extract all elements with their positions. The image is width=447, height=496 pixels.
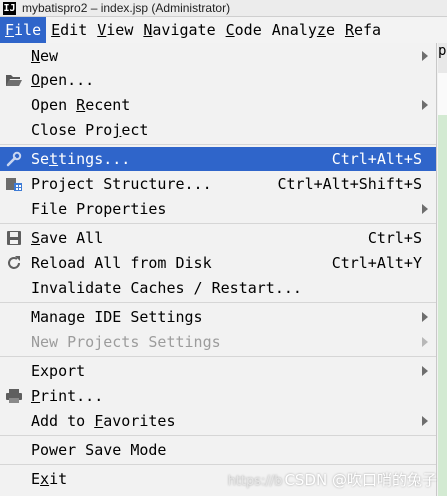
- menu-separator: [0, 223, 436, 224]
- window-title-bar: IJ mybatispro2 – index.jsp (Administrato…: [0, 0, 447, 17]
- intellij-app-icon: IJ: [3, 1, 16, 15]
- menu-item-label: Open...: [31, 71, 95, 89]
- menu-item-save-all[interactable]: Save All Ctrl+S: [0, 226, 436, 250]
- menu-item-label: Open Recent: [31, 96, 131, 114]
- menu-item-shortcut: Ctrl+S: [367, 229, 422, 247]
- menu-item-open-recent[interactable]: Open Recent: [0, 93, 436, 117]
- menu-file[interactable]: File: [0, 17, 47, 43]
- menu-item-label: Print...: [31, 387, 104, 405]
- menu-item-label: Close Project: [31, 121, 149, 139]
- menu-item-label: Reload All from Disk: [31, 254, 212, 272]
- menu-label-part: ode: [234, 21, 262, 39]
- watermark-url: https://b: [227, 474, 283, 489]
- menu-mnemonic: z: [316, 21, 326, 39]
- menu-mnemonic: F: [5, 21, 15, 39]
- menu-item-add-to-favorites[interactable]: Add to Favorites: [0, 409, 436, 433]
- project-structure-icon: [5, 175, 23, 193]
- menu-navigate[interactable]: Navigate: [138, 17, 220, 43]
- menu-item-label: New: [31, 47, 59, 65]
- menu-view[interactable]: View: [92, 17, 138, 43]
- menu-mnemonic: V: [97, 21, 107, 39]
- menu-item-close-project[interactable]: Close Project: [0, 118, 436, 142]
- menu-label-part: ile: [14, 21, 42, 39]
- menu-item-power-save-mode[interactable]: Power Save Mode: [0, 438, 436, 462]
- folder-open-icon: [5, 71, 23, 89]
- csdn-watermark: https://b CSDN @吹口哨的兔子: [228, 469, 437, 490]
- menu-label-part: Analy: [271, 21, 317, 39]
- submenu-arrow-icon: [422, 312, 428, 322]
- menu-label-part: dit: [60, 21, 88, 39]
- menu-item-label: Save All: [31, 229, 104, 247]
- menu-item-label: New Projects Settings: [31, 333, 221, 351]
- menu-separator: [0, 144, 436, 145]
- menu-mnemonic: E: [51, 21, 61, 39]
- menu-item-label: Invalidate Caches / Restart...: [31, 279, 302, 297]
- menu-code[interactable]: Code: [221, 17, 267, 43]
- menu-item-print[interactable]: Print...: [0, 384, 436, 408]
- menu-item-invalidate-caches[interactable]: Invalidate Caches / Restart...: [0, 276, 436, 300]
- editor-background: p: [438, 43, 447, 496]
- menu-edit[interactable]: Edit: [46, 17, 92, 43]
- submenu-arrow-icon: [422, 51, 428, 61]
- menu-item-open[interactable]: Open...: [0, 68, 436, 92]
- menu-item-shortcut: Ctrl+Alt+Y: [331, 254, 422, 272]
- watermark-text: CSDN @吹口哨的兔子: [284, 471, 437, 489]
- menu-mnemonic: R: [344, 21, 354, 39]
- wrench-icon: [5, 150, 23, 168]
- editor-tab-label: p: [438, 43, 447, 59]
- submenu-arrow-icon: [422, 337, 428, 347]
- menu-item-reload-all[interactable]: Reload All from Disk Ctrl+Alt+Y: [0, 251, 436, 275]
- menu-label-part: iew: [106, 21, 134, 39]
- menu-separator: [0, 464, 436, 465]
- menu-item-label: Settings...: [31, 150, 131, 168]
- main-menu-bar: File Edit View Navigate Code Analyze Ref…: [0, 17, 447, 43]
- menu-item-file-properties[interactable]: File Properties: [0, 197, 436, 221]
- submenu-arrow-icon: [422, 366, 428, 376]
- menu-item-project-structure[interactable]: Project Structure... Ctrl+Alt+Shift+S: [0, 172, 436, 196]
- submenu-arrow-icon: [422, 416, 428, 426]
- window-title: mybatispro2 – index.jsp (Administrator): [22, 1, 231, 15]
- reload-icon: [5, 254, 23, 272]
- menu-mnemonic: C: [225, 21, 235, 39]
- file-menu-dropdown: New Open... Open Recent Close Project Se…: [0, 43, 437, 496]
- menu-item-label: File Properties: [31, 200, 167, 218]
- menu-item-label: Project Structure...: [31, 175, 212, 193]
- menu-item-shortcut: Ctrl+Alt+S: [331, 150, 422, 168]
- menu-item-label: Add to Favorites: [31, 412, 176, 430]
- save-disk-icon: [5, 229, 23, 247]
- menu-analyze[interactable]: Analyze: [267, 17, 340, 43]
- submenu-arrow-icon: [422, 204, 428, 214]
- menu-separator: [0, 302, 436, 303]
- menu-item-settings[interactable]: Settings... Ctrl+Alt+S: [0, 147, 436, 171]
- menu-item-label: Exit: [31, 470, 68, 488]
- menu-item-label: Power Save Mode: [31, 441, 167, 459]
- menu-label-part: e: [325, 21, 335, 39]
- menu-label-part: efa: [354, 21, 382, 39]
- menu-item-label: Manage IDE Settings: [31, 308, 203, 326]
- menu-item-label: Export: [31, 362, 86, 380]
- submenu-arrow-icon: [422, 100, 428, 110]
- printer-icon: [5, 387, 23, 405]
- menu-item-export[interactable]: Export: [0, 359, 436, 383]
- menu-item-manage-ide-settings[interactable]: Manage IDE Settings: [0, 305, 436, 329]
- menu-separator: [0, 356, 436, 357]
- menu-separator: [0, 435, 436, 436]
- editor-tab-partial[interactable]: p: [438, 43, 447, 73]
- menu-item-new[interactable]: New: [0, 44, 436, 68]
- menu-label-part: avigate: [152, 21, 216, 39]
- editor-highlight-area: [438, 115, 447, 496]
- menu-item-shortcut: Ctrl+Alt+Shift+S: [277, 175, 423, 193]
- menu-refactor[interactable]: Refa: [340, 17, 386, 43]
- menu-item-new-projects-settings: New Projects Settings: [0, 330, 436, 354]
